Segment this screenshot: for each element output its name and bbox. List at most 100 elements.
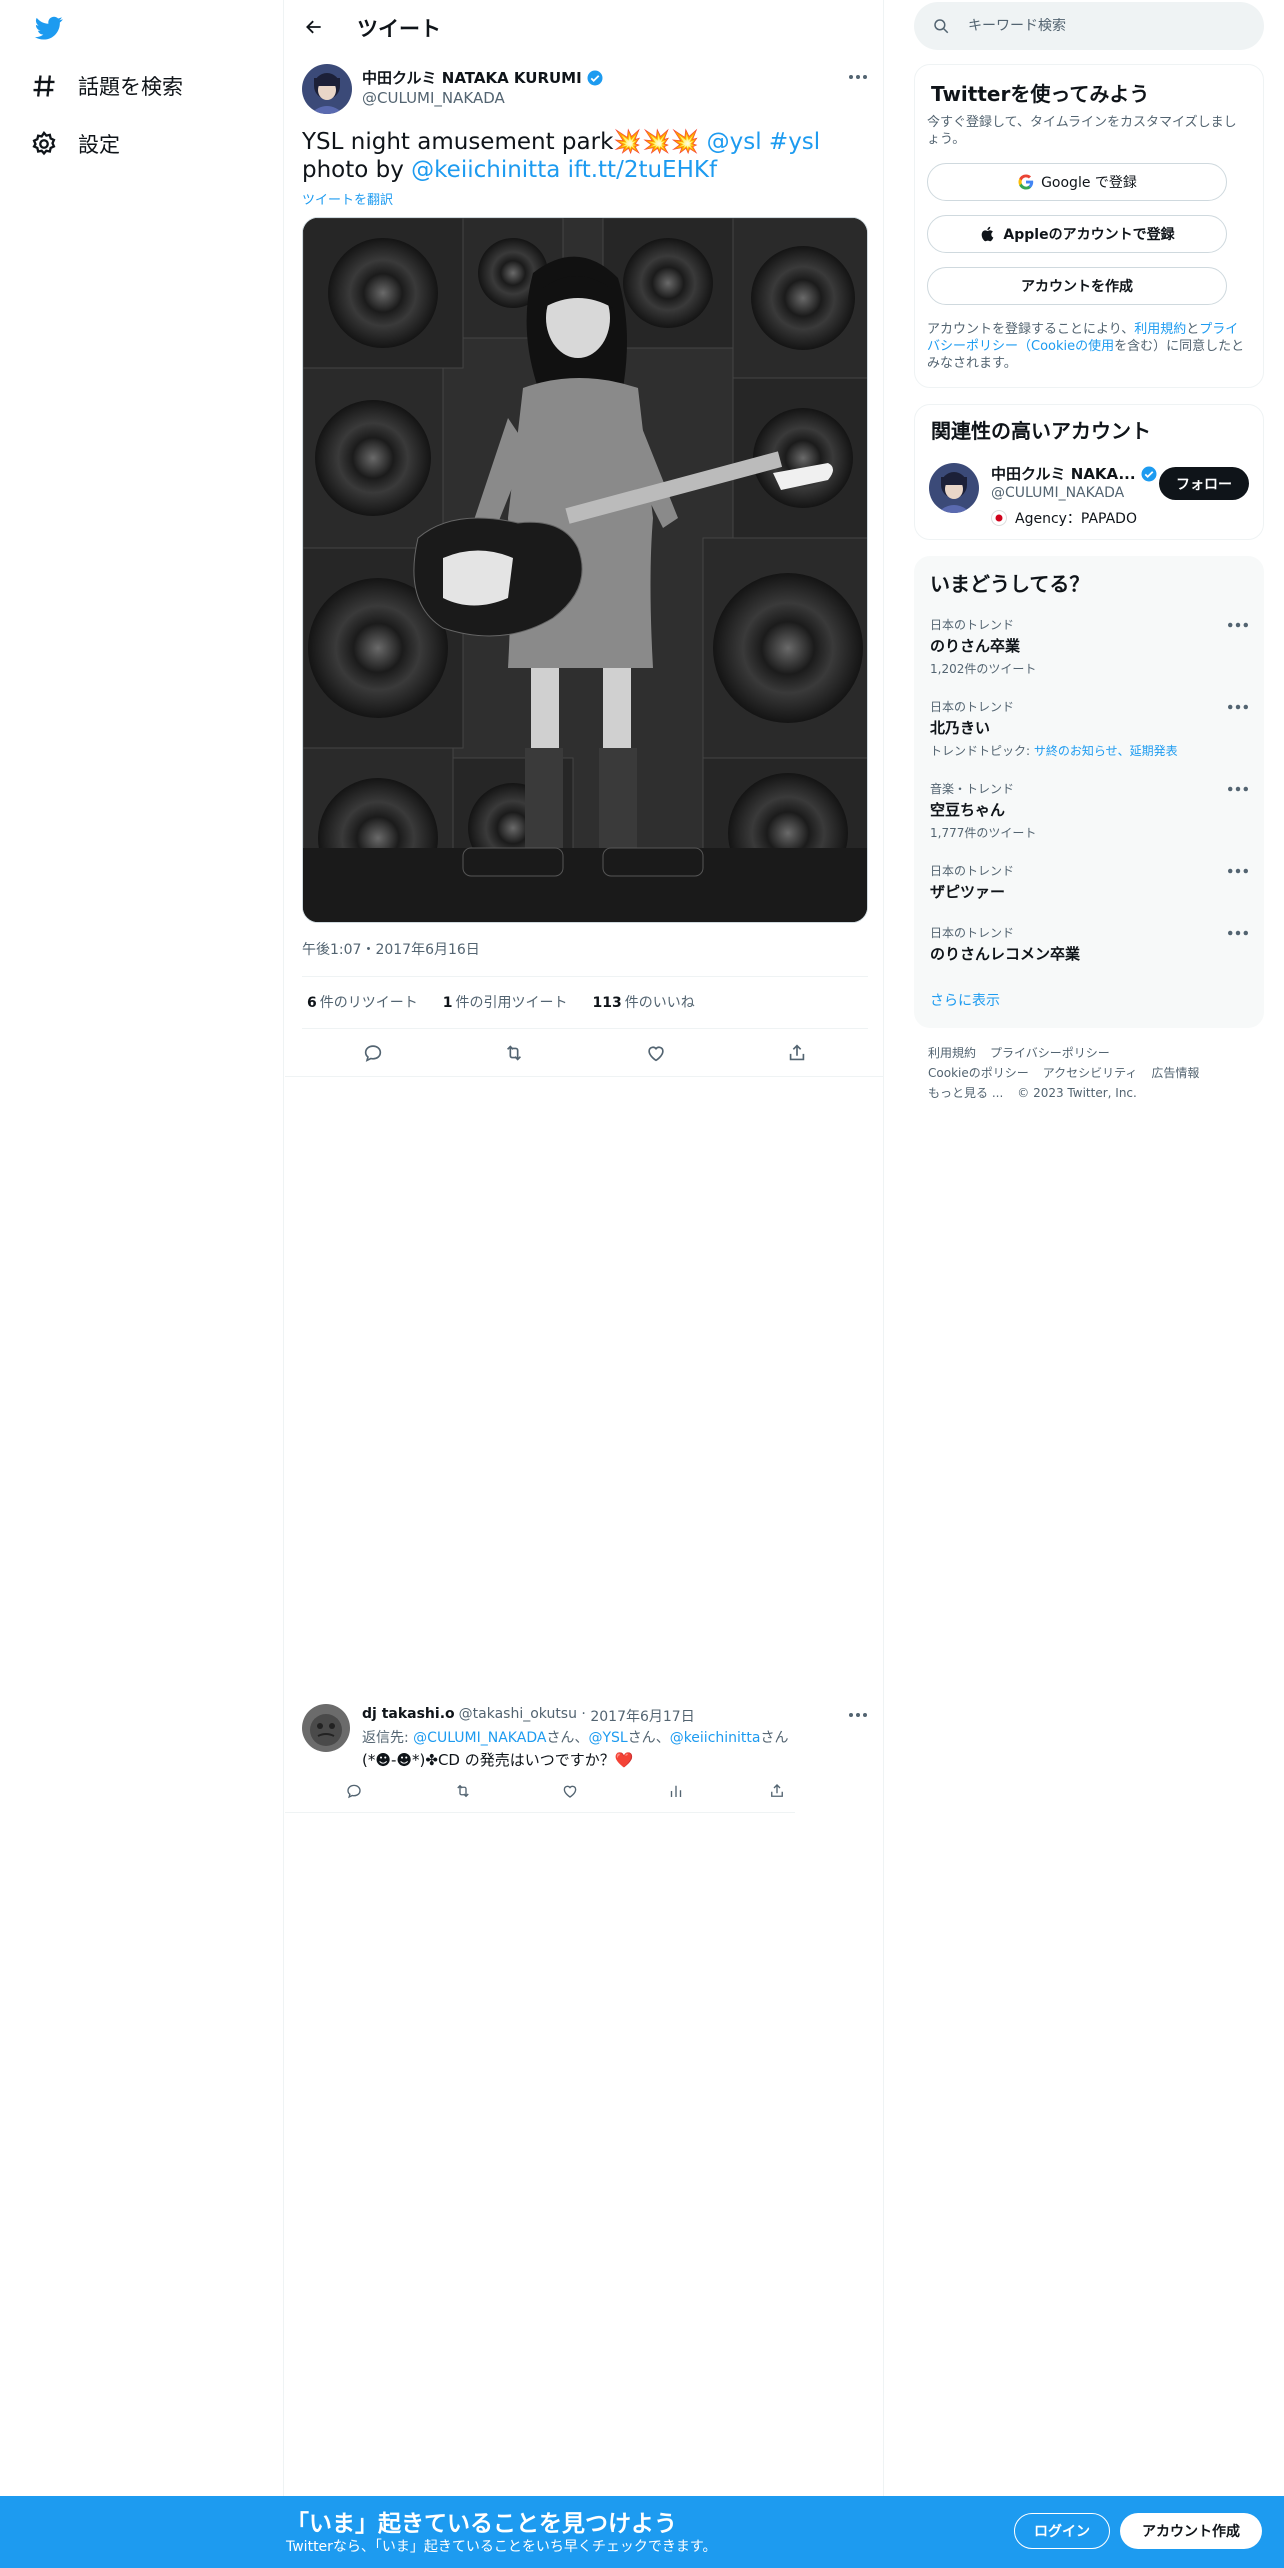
reply-date[interactable]: 2017年6月17日 [590, 1706, 694, 1726]
follow-button[interactable]: フォロー [1159, 467, 1249, 500]
login-button[interactable]: ログイン [1014, 2513, 1110, 2549]
gear-icon [32, 130, 56, 156]
japan-flag-icon [991, 510, 1007, 526]
retweet-button[interactable] [497, 1036, 531, 1070]
author-name[interactable]: 中田クルミ NATAKA KURUMI [362, 67, 604, 88]
reply-author-handle[interactable]: @takashi_okutsu [459, 1706, 577, 1726]
footer-more-link[interactable]: もっと見る ... [928, 1086, 1003, 1100]
tweet-text: YSL night amusement park💥💥💥 @ysl #ysl ph… [302, 129, 821, 183]
ellipsis-icon [849, 1713, 867, 1717]
related-title: 関連性の高いアカウント [931, 419, 1151, 443]
trend-item[interactable]: 日本のトレンド のりさんレコメン卒業 [930, 924, 1248, 964]
mention-link[interactable]: @keiichinitta [411, 157, 560, 183]
footer-copyright: © 2023 Twitter, Inc. [1017, 1086, 1137, 1100]
ellipsis-icon[interactable] [1228, 866, 1248, 876]
tweet-stats: 6 件のリツイート 1 件の引用ツイート 113 件のいいね [302, 990, 715, 1014]
analytics-button[interactable] [667, 1782, 685, 1804]
ellipsis-icon[interactable] [1228, 702, 1248, 712]
bar-chart-icon [670, 1785, 682, 1797]
twitter-bird-icon[interactable] [32, 14, 66, 42]
back-button[interactable] [297, 10, 331, 44]
like-button[interactable] [561, 1782, 579, 1804]
retweet-button[interactable] [454, 1782, 472, 1804]
tweet-photo[interactable] [302, 217, 868, 923]
tweet-timestamp[interactable]: 午後1:07・2017年6月16日 [302, 939, 480, 959]
reply-author-name[interactable]: dj takashi.o [362, 1706, 455, 1726]
translate-link[interactable]: ツイートを翻訳 [302, 189, 393, 208]
google-signup-button[interactable]: Google で登録 [927, 163, 1227, 201]
nav-explore[interactable]: 話題を検索 [30, 60, 183, 112]
nav-settings[interactable]: 設定 [30, 118, 120, 170]
search-box[interactable] [914, 2, 1264, 50]
trend-item[interactable]: 日本のトレンド ザピツァー [930, 862, 1248, 902]
apple-logo-icon [982, 226, 994, 242]
bottom-signup-bar: 「いま」起きていることを見つけよう Twitterなら、「いま」起きていることを… [0, 2496, 1284, 2568]
reply-text: (*☻-☻*)✤CD の発売はいつですか？❤️ [362, 1751, 634, 1769]
related-account-avatar[interactable] [929, 463, 979, 513]
share-icon [771, 1784, 783, 1797]
nav-explore-label: 話題を検索 [78, 75, 183, 99]
mention-link[interactable]: @ysl [707, 129, 762, 155]
like-button[interactable] [639, 1036, 673, 1070]
retweet-icon [507, 1045, 522, 1061]
reply-author-avatar[interactable] [302, 1704, 350, 1752]
external-link[interactable]: ift.tt/2tuEHKf [568, 157, 717, 183]
signup-button[interactable]: アカウント作成 [1120, 2513, 1262, 2549]
ellipsis-icon[interactable] [1228, 620, 1248, 630]
mention-link[interactable]: @CULUMI_NAKADA [413, 1730, 546, 1746]
hashtag-icon [33, 75, 55, 97]
signup-card: Twitterを使ってみよう 今すぐ登録して、タイムラインをカスタマイズしましょ… [914, 64, 1264, 388]
trend-item[interactable]: 日本のトレンド のりさん卒業 1,202件のツイート [930, 616, 1248, 677]
main-header: ツイート [285, 0, 884, 54]
footer-terms-link[interactable]: 利用規約 [928, 1046, 976, 1060]
mention-link[interactable]: @keiichinitta [670, 1730, 761, 1746]
share-button[interactable] [780, 1036, 814, 1070]
trend-item[interactable]: 音楽・トレンド 空豆ちゃん 1,777件のツイート [930, 780, 1248, 841]
divider [285, 1076, 884, 1077]
related-account-bio: Agency：PAPADO [991, 508, 1137, 528]
google-logo-icon [1018, 174, 1034, 190]
apple-signup-button[interactable]: Appleのアカウントで登録 [927, 215, 1227, 253]
ellipsis-icon[interactable] [1228, 928, 1248, 938]
show-more-link[interactable]: さらに表示 [930, 990, 1000, 1010]
reply-actions [333, 1780, 793, 1802]
related-account-name[interactable]: 中田クルミ NAKA... [991, 463, 1158, 484]
footer-privacy-link[interactable]: プライバシーポリシー [990, 1046, 1110, 1060]
author-avatar[interactable] [302, 64, 352, 114]
reply-icon [347, 1784, 361, 1799]
verified-badge-icon [587, 70, 603, 85]
retweets-stat[interactable]: 6 件のリツイート [302, 992, 418, 1012]
page-title: ツイート [357, 17, 441, 41]
hashtag-link[interactable]: #ysl [769, 129, 820, 155]
footer-cookie-link[interactable]: Cookieのポリシー [928, 1066, 1029, 1080]
reply-button[interactable] [356, 1036, 390, 1070]
mention-link[interactable]: @YSL [588, 1730, 627, 1746]
signup-title: Twitterを使ってみよう [931, 82, 1150, 106]
footer-ads-link[interactable]: 広告情報 [1151, 1066, 1199, 1080]
share-button[interactable] [768, 1782, 786, 1804]
trend-item[interactable]: 日本のトレンド 北乃きい トレンドトピック: サ終のお知らせ、延期発表 [930, 698, 1248, 759]
trends-title: いまどうしてる？ [930, 572, 1090, 596]
ellipsis-icon [849, 75, 867, 79]
reply-header: dj takashi.o @takashi_okutsu · 2017年6月17… [362, 1706, 695, 1726]
reply-more-options-button[interactable] [843, 1704, 873, 1726]
search-input[interactable] [968, 18, 1228, 34]
arrow-left-icon [306, 20, 321, 34]
heart-icon [648, 1046, 664, 1062]
main-column: ツイート 中田クルミ NATAKA KURUMI @CULUMI_NAKADA … [285, 0, 884, 2568]
likes-stat[interactable]: 113 件のいいね [588, 992, 695, 1012]
reply-button[interactable] [345, 1782, 363, 1804]
signup-description: 今すぐ登録して、タイムラインをカスタマイズしましょう。 [927, 115, 1237, 147]
create-account-button[interactable]: アカウントを作成 [927, 267, 1227, 305]
related-account-handle[interactable]: @CULUMI_NAKADA [991, 485, 1124, 501]
terms-link[interactable]: 利用規約 [1134, 322, 1186, 337]
quotes-stat[interactable]: 1 件の引用ツイート [438, 992, 568, 1012]
author-handle[interactable]: @CULUMI_NAKADA [362, 89, 505, 107]
footer-accessibility-link[interactable]: アクセシビリティ [1043, 1066, 1138, 1080]
retweet-icon [457, 1784, 469, 1798]
bottom-bar-title: 「いま」起きていることを見つけよう [286, 2511, 677, 2537]
search-icon [934, 19, 949, 34]
left-navigation: 話題を検索 設定 [0, 0, 284, 2568]
more-options-button[interactable] [843, 66, 873, 88]
ellipsis-icon[interactable] [1228, 784, 1248, 794]
